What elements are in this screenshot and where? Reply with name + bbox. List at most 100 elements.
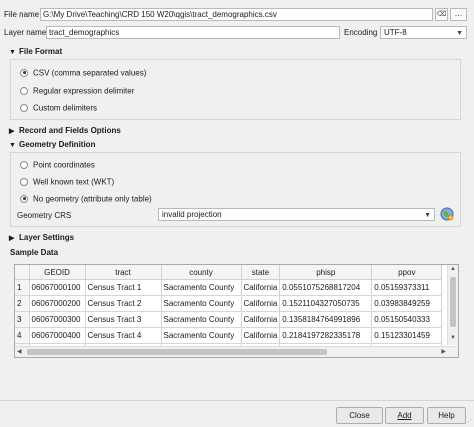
layer-name-label: Layer name: [4, 28, 47, 37]
table-row[interactable]: 1 06067000100 Census Tract 1 Sacramento Cou…: [15, 279, 443, 296]
expand-triangle-icon: ▼: [9, 142, 16, 149]
table-cell: 06067000400: [29, 327, 86, 344]
clear-icon[interactable]: ⌫: [435, 8, 448, 21]
radio-label: Custom delimiters: [33, 103, 98, 113]
radio-checked-icon: [20, 68, 28, 77]
section-title: Geometry Definition: [19, 140, 96, 149]
table-row[interactable]: 4 06067000400 Census Tract 4 Sacramento Cou…: [15, 327, 443, 344]
column-header[interactable]: ppov: [371, 265, 443, 280]
section-file-format[interactable]: ▼ File Format: [9, 47, 62, 56]
scroll-up-icon[interactable]: ▲: [450, 266, 456, 272]
table-cell: 0.05159373311: [371, 279, 443, 296]
section-title: File Format: [19, 47, 63, 56]
row-number-header: [15, 265, 30, 280]
radio-label: CSV (comma separated values): [33, 68, 147, 78]
section-layer-settings[interactable]: ▶ Layer Settings: [9, 233, 74, 242]
radio-no-geometry[interactable]: No geometry (attribute only table): [20, 194, 152, 203]
expand-triangle-icon: ▼: [9, 49, 16, 56]
add-button[interactable]: Add: [385, 407, 424, 424]
table-cell: Sacramento County: [161, 279, 242, 296]
table-row[interactable]: 2 06067000200 Census Tract 2 Sacramento Cou…: [15, 295, 443, 312]
table-cell: 06067000200: [29, 295, 86, 312]
chevron-down-icon: ▼: [456, 30, 463, 37]
radio-point-coordinates[interactable]: Point coordinates: [20, 160, 95, 169]
bottom-separator: [0, 400, 474, 401]
table-cell: 0.2184197282335178: [279, 327, 373, 344]
encoding-value: UTF-8: [384, 28, 407, 37]
horizontal-scrollbar[interactable]: ◀ ▶: [15, 346, 458, 357]
sample-data-table[interactable]: GEOID tract county state phisp ppov 1 06067000…: [14, 264, 459, 358]
help-button[interactable]: Help: [427, 407, 466, 424]
table-cell: Census Tract 3: [85, 311, 162, 328]
table-cell: 0.15123301459: [371, 327, 443, 344]
section-geometry[interactable]: ▼ Geometry Definition: [9, 140, 95, 149]
sample-table: GEOID tract county state phisp ppov 1 06067000…: [15, 265, 443, 357]
table-cell: 06067000300: [29, 311, 86, 328]
column-header[interactable]: GEOID: [29, 265, 86, 280]
file-format-panel: CSV (comma separated values) Regular exp…: [10, 59, 461, 120]
encoding-select[interactable]: UTF-8 ▼: [380, 26, 467, 39]
column-header[interactable]: phisp: [279, 265, 373, 280]
radio-label: Well known text (WKT): [33, 177, 115, 187]
table-cell: Census Tract 2: [85, 295, 162, 312]
close-button[interactable]: Close: [336, 407, 383, 424]
radio-csv[interactable]: CSV (comma separated values): [20, 68, 146, 77]
table-header-row: GEOID tract county state phisp ppov: [15, 265, 443, 280]
crs-selector-globe-icon[interactable]: [440, 207, 454, 221]
radio-icon: [20, 103, 28, 112]
column-header[interactable]: state: [241, 265, 281, 280]
chevron-down-icon: ▼: [424, 212, 431, 219]
encoding-label: Encoding: [344, 28, 378, 37]
layer-name-input[interactable]: tract_demographics: [46, 26, 340, 39]
table-cell: California: [241, 279, 281, 296]
table-row[interactable]: 3 06067000300 Census Tract 3 Sacramento Cou…: [15, 311, 443, 328]
table-cell: California: [241, 327, 281, 344]
row-number-cell: 1: [15, 279, 30, 296]
radio-regex[interactable]: Regular expression delimiter: [20, 86, 134, 95]
table-cell: Sacramento County: [161, 327, 242, 344]
radio-wkt[interactable]: Well known text (WKT): [20, 177, 114, 186]
section-title: Record and Fields Options: [19, 126, 121, 135]
table-cell: 06067000100: [29, 279, 86, 296]
table-cell: Census Tract 1: [85, 279, 162, 296]
radio-checked-icon: [20, 194, 28, 203]
table-cell: 0.0551075268817204: [279, 279, 373, 296]
scroll-left-icon[interactable]: ◀: [17, 348, 22, 355]
column-header[interactable]: tract: [85, 265, 162, 280]
add-button-label: Add: [397, 411, 412, 420]
scroll-down-icon[interactable]: ▼: [450, 335, 456, 341]
collapsed-triangle-icon: ▶: [9, 128, 15, 135]
radio-label: Point coordinates: [33, 160, 95, 170]
table-cell: 0.1358184764991896: [279, 311, 373, 328]
table-cell: Sacramento County: [161, 311, 242, 328]
row-number-cell: 2: [15, 295, 30, 312]
geometry-crs-select[interactable]: invalid projection ▼: [158, 208, 435, 221]
radio-custom[interactable]: Custom delimiters: [20, 103, 97, 112]
sample-data-title: Sample Data: [10, 248, 59, 257]
collapsed-triangle-icon: ▶: [9, 235, 15, 242]
geometry-crs-value: invalid projection: [162, 210, 222, 219]
vertical-scrollbar[interactable]: ▲ ▼: [447, 265, 458, 345]
radio-label: No geometry (attribute only table): [33, 194, 152, 204]
table-cell: 0.05150540333: [371, 311, 443, 328]
scrollbar-thumb[interactable]: [27, 349, 327, 355]
resize-grip-icon[interactable]: ⋰: [465, 418, 472, 426]
file-name-input[interactable]: G:\My Drive\Teaching\CRD 150 W20\qgis\tr…: [40, 8, 433, 21]
section-record-fields[interactable]: ▶ Record and Fields Options: [9, 126, 121, 135]
table-cell: 0.03983849259: [371, 295, 443, 312]
scroll-right-icon[interactable]: ▶: [441, 348, 446, 355]
column-header[interactable]: county: [161, 265, 242, 280]
table-cell: 0.1521104327050735: [279, 295, 373, 312]
scrollbar-thumb[interactable]: [450, 277, 456, 327]
row-number-cell: 4: [15, 327, 30, 344]
table-cell: California: [241, 295, 281, 312]
radio-icon: [20, 177, 28, 186]
section-title: Layer Settings: [19, 233, 75, 242]
browse-button[interactable]: …: [450, 8, 467, 21]
row-number-cell: 3: [15, 311, 30, 328]
geometry-panel: Point coordinates Well known text (WKT) …: [10, 152, 461, 227]
table-cell: California: [241, 311, 281, 328]
radio-icon: [20, 86, 28, 95]
radio-label: Regular expression delimiter: [33, 86, 135, 96]
table-cell: Sacramento County: [161, 295, 242, 312]
